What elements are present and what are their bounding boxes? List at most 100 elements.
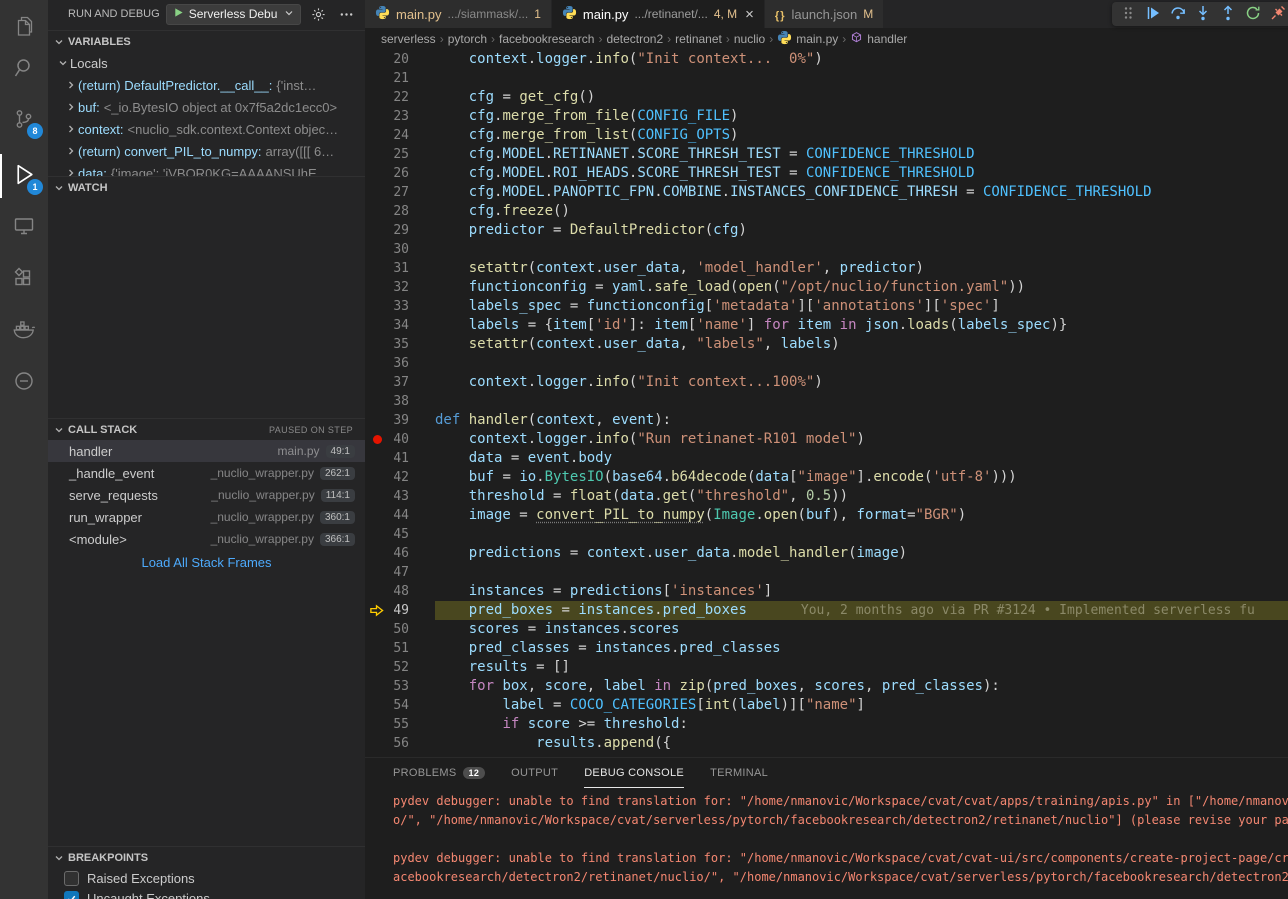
continue-button[interactable] [1142,3,1164,25]
close-icon[interactable]: × [745,7,754,22]
variables-section-header[interactable]: VARIABLES [48,30,365,52]
breadcrumb-item-pytorch[interactable]: pytorch [448,32,487,46]
breadcrumb-item-retinanet[interactable]: retinanet [675,32,722,46]
gutter[interactable]: 53 [365,677,435,696]
variable-row[interactable]: context:<nuclio_sdk.context.Context obje… [48,118,365,140]
gutter[interactable]: 54 [365,696,435,715]
more-actions-icon[interactable] [335,3,357,25]
gutter[interactable]: 20 [365,50,435,69]
gutter[interactable]: 31 [365,259,435,278]
editor-tab-main.py[interactable]: main.py.../retinanet/...4, M× [552,0,765,28]
gutter[interactable]: 36 [365,354,435,373]
gutter[interactable]: 32 [365,278,435,297]
stack-frame-row[interactable]: serve_requests_nuclio_wrapper.py114:1 [48,484,365,506]
breakpoint-row[interactable]: Raised Exceptions [48,868,365,888]
gutter[interactable]: 49 [365,601,435,620]
activity-item-source-control[interactable]: 8 [0,98,48,142]
activity-item-run-and-debug[interactable]: 1 [0,154,48,198]
gutter[interactable]: 48 [365,582,435,601]
gutter[interactable]: 23 [365,107,435,126]
restart-button[interactable] [1242,3,1264,25]
panel-tab-output[interactable]: OUTPUT [511,758,558,788]
activity-item-database[interactable] [0,360,48,404]
gutter[interactable]: 28 [365,202,435,221]
gutter[interactable]: 29 [365,221,435,240]
gutter[interactable]: 51 [365,639,435,658]
panel-tab-debug-console[interactable]: DEBUG CONSOLE [584,758,684,788]
variable-row[interactable]: (return) convert_PIL_to_numpy:array([[[ … [48,140,365,162]
gutter[interactable]: 55 [365,715,435,734]
panel-tab-terminal[interactable]: TERMINAL [710,758,768,788]
breadcrumb-item-serverless[interactable]: serverless [381,32,436,46]
gutter[interactable]: 41 [365,449,435,468]
breadcrumb-item-main.py[interactable]: main.py [777,30,838,48]
gear-icon[interactable] [307,3,329,25]
tab-filename: launch.json [791,7,857,22]
activity-item-remote-explorer[interactable] [0,205,48,249]
step-into-button[interactable] [1192,3,1214,25]
gutter[interactable]: 44 [365,506,435,525]
gutter[interactable]: 40 [365,430,435,449]
breakpoint-icon[interactable] [373,435,382,444]
checkbox-unchecked[interactable] [64,871,79,886]
gutter[interactable]: 26 [365,164,435,183]
stack-frame-row[interactable]: <module>_nuclio_wrapper.py366:1 [48,528,365,550]
code-text: label = COCO_CATEGORIES[int(label)]["nam… [435,696,1288,715]
gutter[interactable]: 33 [365,297,435,316]
gutter[interactable]: 27 [365,183,435,202]
code-editor[interactable]: 20 context.logger.info("Init context... … [365,50,1288,757]
gutter[interactable]: 43 [365,487,435,506]
breakpoints-section-header[interactable]: BREAKPOINTS [48,846,365,868]
gutter[interactable]: 47 [365,563,435,582]
panel-tab-problems[interactable]: PROBLEMS12 [393,758,485,788]
editor-tab-main.py[interactable]: main.py.../siammask/...1 [365,0,552,28]
breadcrumb-item-detectron2[interactable]: detectron2 [606,32,663,46]
step-out-button[interactable] [1217,3,1239,25]
gutter[interactable]: 34 [365,316,435,335]
stack-frame-row[interactable]: handlermain.py49:1 [48,440,365,462]
gutter[interactable]: 21 [365,69,435,88]
start-debug-icon[interactable] [173,7,184,21]
stack-frame-row[interactable]: _handle_event_nuclio_wrapper.py262:1 [48,462,365,484]
breadcrumb-item-facebookresearch[interactable]: facebookresearch [499,32,594,46]
activity-item-explorer[interactable] [0,5,48,49]
launch-config-dropdown[interactable]: Serverless Debu [166,4,301,25]
gutter[interactable]: 52 [365,658,435,677]
editor-tab-launch.json[interactable]: {}launch.jsonM [765,0,884,28]
activity-item-search[interactable] [0,47,48,91]
variables-section: VARIABLES Locals (return) DefaultPredict… [48,30,365,176]
breadcrumb-separator: › [598,32,602,46]
gutter[interactable]: 25 [365,145,435,164]
activity-item-docker[interactable] [0,308,48,352]
variable-row[interactable]: data:{'image': 'iVBOR0KG=AAAANSUhE… [48,162,365,176]
gutter[interactable]: 56 [365,734,435,753]
breadcrumb-separator: › [726,32,730,46]
gutter[interactable]: 38 [365,392,435,411]
debug-console-output[interactable]: pydev debugger: unable to find translati… [365,788,1288,887]
step-over-button[interactable] [1167,3,1189,25]
load-all-stack-frames-link[interactable]: Load All Stack Frames [48,550,365,574]
gutter[interactable]: 45 [365,525,435,544]
gutter[interactable]: 24 [365,126,435,145]
breakpoint-row[interactable]: Uncaught Exceptions [48,888,365,899]
gutter[interactable]: 30 [365,240,435,259]
stack-frame-row[interactable]: run_wrapper_nuclio_wrapper.py360:1 [48,506,365,528]
gutter[interactable]: 46 [365,544,435,563]
watch-section-header[interactable]: WATCH [48,176,365,198]
breadcrumb-item-handler[interactable]: handler [850,31,907,47]
gutter[interactable]: 35 [365,335,435,354]
disconnect-button[interactable] [1267,3,1288,25]
gutter[interactable]: 37 [365,373,435,392]
call-stack-section-header[interactable]: CALL STACK PAUSED ON STEP [48,418,365,440]
gutter[interactable]: 50 [365,620,435,639]
gutter[interactable]: 22 [365,88,435,107]
gutter[interactable]: 42 [365,468,435,487]
scope-locals[interactable]: Locals [48,52,365,74]
breadcrumb-item-nuclio[interactable]: nuclio [734,32,765,46]
activity-item-extensions[interactable] [0,257,48,301]
variable-row[interactable]: buf:<_io.BytesIO object at 0x7f5a2dc1ecc… [48,96,365,118]
checkbox-checked[interactable] [64,891,79,899]
python-icon [562,5,577,23]
variable-row[interactable]: (return) DefaultPredictor.__call__:{'ins… [48,74,365,96]
gutter[interactable]: 39 [365,411,435,430]
